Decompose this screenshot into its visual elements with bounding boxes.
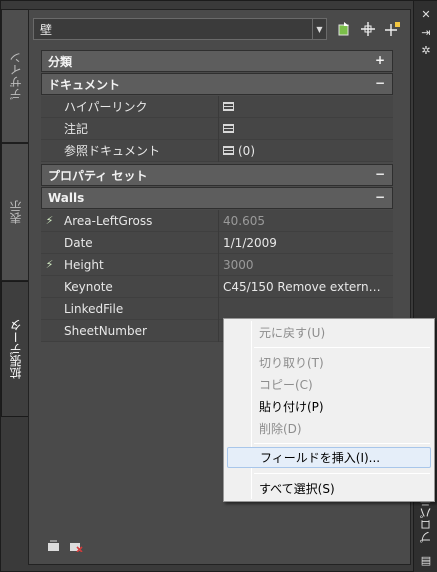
property-name: Area-LeftGross (64, 213, 153, 228)
menu-item-delete[interactable]: 削除(D) (227, 418, 431, 439)
property-row-hyperlink[interactable]: ハイパーリンク (41, 95, 393, 118)
collapse-icon[interactable]: − (375, 167, 385, 181)
property-name: LinkedFile (64, 301, 124, 316)
collapse-icon[interactable]: − (375, 76, 385, 90)
property-row-linkedfile[interactable]: LinkedFile (41, 297, 393, 320)
section-walls[interactable]: Walls − (41, 187, 393, 209)
formula-icon: ⚡ (45, 258, 54, 271)
new-property-set-icon[interactable] (47, 540, 61, 552)
context-menu: 元に戻す(U) 切り取り(T) コピー(C) 貼り付け(P) 削除(D) フィー… (223, 318, 435, 502)
menu-divider (254, 473, 430, 474)
property-name: Height (64, 257, 104, 272)
property-value[interactable] (218, 117, 393, 140)
tab-extended-data[interactable]: 拡張データ (1, 281, 28, 417)
property-row-reference-docs[interactable]: 参照ドキュメント (0) (41, 139, 393, 162)
property-value: 3000 (218, 253, 393, 276)
quick-select-icon[interactable] (335, 20, 353, 38)
property-name: ハイパーリンク (64, 100, 148, 114)
object-type-value: 壁 (40, 22, 53, 37)
menu-item-copy[interactable]: コピー(C) (227, 374, 431, 395)
property-value[interactable]: C45/150 Remove extern… (218, 275, 393, 298)
property-name: Keynote (64, 279, 113, 294)
chevron-down-icon[interactable]: ▼ (312, 19, 326, 39)
menu-item-undo[interactable]: 元に戻す(U) (227, 322, 431, 343)
property-name: 参照ドキュメント (64, 144, 161, 158)
menu-divider (254, 443, 430, 444)
property-value[interactable] (218, 297, 393, 320)
menu-item-cut[interactable]: 切り取り(T) (227, 352, 431, 373)
property-name: SheetNumber (64, 323, 147, 338)
menu-divider (254, 347, 430, 348)
auto-hide-icon[interactable]: ⇥ (419, 25, 433, 39)
property-row-height[interactable]: ⚡ Height 3000 (41, 253, 393, 276)
tab-display-label: 表示 (8, 200, 23, 224)
menu-item-label: フィールドを挿入(I)... (260, 451, 381, 465)
property-value[interactable]: (0) (218, 139, 393, 162)
menu-item-label: 削除(D) (259, 422, 302, 436)
table-icon[interactable] (223, 124, 234, 133)
property-name: Date (64, 235, 93, 250)
menu-item-label: 貼り付け(P) (259, 400, 324, 414)
property-value[interactable]: 1/1/2009 (218, 231, 393, 254)
table-icon[interactable] (223, 102, 234, 111)
property-value[interactable] (218, 95, 393, 118)
close-icon[interactable]: ✕ (419, 7, 433, 21)
section-property-sets[interactable]: プロパティ セット − (41, 164, 393, 186)
properties-palette: デザイン 表示 拡張データ 壁 ▼ 分類 + ドキュメント − ハイパーリンク … (0, 0, 437, 572)
menu-item-label: コピー(C) (259, 378, 313, 392)
section-title: 分類 (48, 54, 73, 69)
tab-design-label: デザイン (8, 52, 23, 100)
menu-item-label: 元に戻す(U) (259, 326, 326, 340)
expand-icon[interactable]: + (375, 53, 385, 67)
property-value-text: (0) (238, 143, 255, 158)
collapse-icon[interactable]: − (375, 190, 385, 204)
section-title: プロパティ セット (48, 168, 148, 183)
property-name: 注記 (64, 122, 89, 136)
section-classification[interactable]: 分類 + (41, 50, 393, 72)
section-title: ドキュメント (48, 77, 121, 92)
property-value: 40.605 (218, 209, 393, 232)
tab-extended-data-label: 拡張データ (8, 319, 23, 379)
menu-item-label: 切り取り(T) (259, 356, 324, 370)
menu-item-label: すべて選択(S) (259, 482, 335, 496)
select-objects-icon[interactable] (359, 20, 377, 38)
object-type-combo[interactable]: 壁 ▼ (33, 18, 327, 40)
menu-item-insert-field[interactable]: フィールドを挿入(I)... (227, 447, 431, 468)
property-row-date[interactable]: Date 1/1/2009 (41, 231, 393, 254)
pickadd-icon[interactable] (384, 20, 402, 38)
property-row-notes[interactable]: 注記 (41, 117, 393, 140)
tab-design[interactable]: デザイン (1, 9, 28, 143)
palette-menu-icon[interactable]: ▤ (419, 553, 433, 567)
remove-property-set-icon[interactable] (69, 540, 83, 553)
gear-icon[interactable]: ✲ (419, 43, 433, 57)
property-row-area-leftgross[interactable]: ⚡ Area-LeftGross 40.605 (41, 209, 393, 232)
menu-item-select-all[interactable]: すべて選択(S) (227, 478, 431, 499)
property-row-keynote[interactable]: Keynote C45/150 Remove extern… (41, 275, 393, 298)
section-title: Walls (48, 191, 85, 205)
menu-item-paste[interactable]: 貼り付け(P) (227, 396, 431, 417)
table-icon[interactable] (223, 146, 234, 155)
tab-display[interactable]: 表示 (1, 143, 28, 281)
formula-icon: ⚡ (45, 214, 54, 227)
section-documents[interactable]: ドキュメント − (41, 73, 393, 95)
property-grid: 分類 + ドキュメント − ハイパーリンク 注記 参照ドキュメント (0) プロ… (41, 50, 393, 342)
